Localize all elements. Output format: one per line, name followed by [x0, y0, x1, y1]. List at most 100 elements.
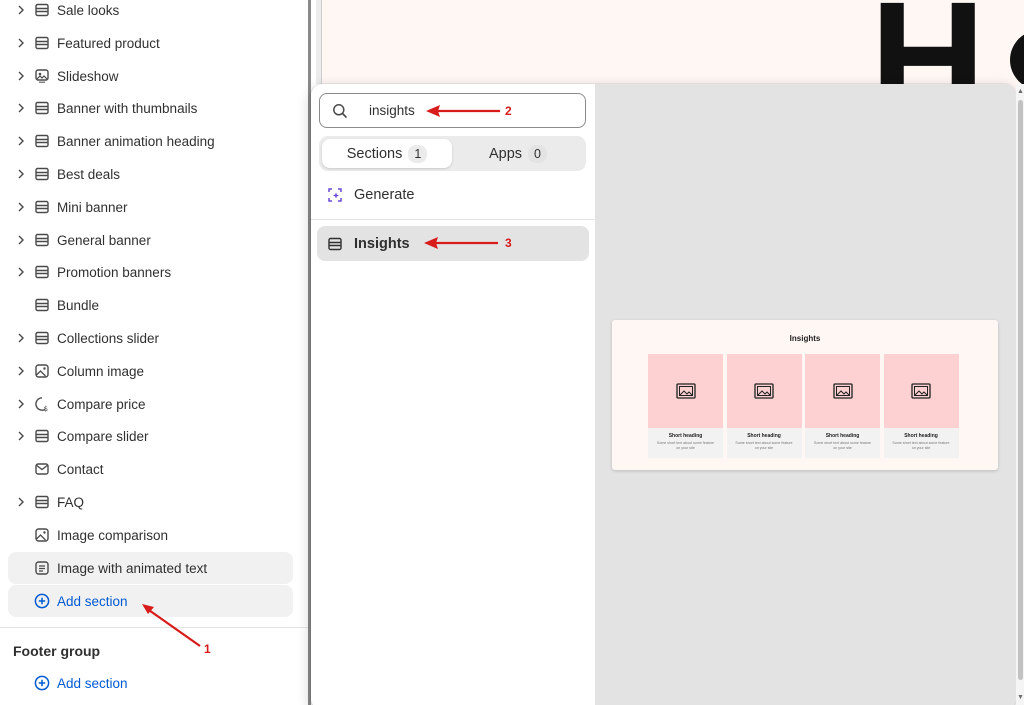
sidebar-item-label: Slideshow	[57, 68, 119, 84]
annotation-step-1: 1	[204, 642, 211, 656]
preview-heading-glyph-partial	[1010, 30, 1024, 90]
card-heading: Short heading	[904, 433, 938, 439]
sidebar-item-mini-banner[interactable]: Mini banner	[8, 191, 293, 223]
tab-apps[interactable]: Apps 0	[453, 139, 583, 168]
section-icon	[34, 133, 50, 149]
sidebar-item-sale-looks[interactable]: Sale looks	[8, 0, 293, 26]
sidebar-item-label: Compare price	[57, 396, 146, 412]
sidebar-item-promotion-banners[interactable]: Promotion banners	[8, 256, 293, 288]
picker-tabs: Sections 1 Apps 0	[319, 136, 586, 171]
result-label: Insights	[354, 235, 410, 252]
image-placeholder-icon	[726, 354, 802, 428]
chevron-right-icon[interactable]	[16, 102, 26, 114]
plus-circle-icon	[34, 675, 50, 691]
price-tag-icon: $	[34, 396, 50, 412]
section-preview-thumbnail: Insights Short heading Some short text ab…	[612, 320, 998, 470]
tab-sections[interactable]: Sections 1	[322, 139, 452, 168]
section-icon	[34, 199, 50, 215]
section-icon	[34, 330, 50, 346]
tab-sections-count: 1	[408, 144, 428, 163]
chevron-right-icon[interactable]	[16, 201, 26, 213]
annotation-arrow-3	[424, 237, 498, 249]
section-icon	[34, 494, 50, 510]
image-icon	[34, 527, 50, 543]
annotation-arrow-2	[426, 105, 500, 117]
sidebar-item-label: General banner	[57, 232, 151, 248]
image-placeholder-icon	[805, 354, 880, 428]
chevron-right-icon[interactable]	[16, 430, 26, 442]
search-icon	[332, 103, 348, 119]
chevron-right-icon[interactable]	[16, 398, 26, 410]
section-icon	[34, 2, 50, 18]
annotation-arrow-1	[142, 604, 201, 647]
sidebar-item-featured-product[interactable]: Featured product	[8, 27, 293, 59]
sidebar-item-label: Contact	[57, 461, 104, 477]
section-preview-pane: Insights Short heading Some short text ab…	[595, 84, 1016, 705]
card-heading: Short heading	[668, 433, 703, 439]
image-icon	[34, 363, 50, 379]
preview-card: Short heading Some short text about some …	[883, 354, 959, 458]
sidebar-item-label: Sale looks	[57, 2, 120, 18]
sidebar-item-collections-slider[interactable]: Collections slider	[8, 322, 293, 354]
sidebar-item-label: Compare slider	[57, 428, 149, 444]
preview-heading-glyph: H	[870, 0, 986, 90]
sidebar-item-column-image[interactable]: Column image	[8, 355, 293, 387]
section-icon	[34, 428, 50, 444]
sidebar-item-slideshow[interactable]: Slideshow	[8, 60, 293, 92]
chevron-right-icon[interactable]	[16, 4, 26, 16]
chevron-right-icon[interactable]	[16, 37, 26, 49]
sidebar-item-banner-with-thumbnails[interactable]: Banner with thumbnails	[8, 92, 293, 124]
sidebar-item-general-banner[interactable]: General banner	[8, 224, 293, 256]
sidebar-item-label: Promotion banners	[57, 264, 172, 280]
svg-text:$: $	[44, 405, 48, 412]
card-text: Some short text about some feature on yo…	[813, 441, 872, 450]
scrollbar-thumb[interactable]	[1018, 100, 1023, 680]
sidebar-item-bundle[interactable]: Bundle	[8, 289, 293, 321]
sidebar-item-label: Image with animated text	[57, 560, 208, 576]
sidebar-item-best-deals[interactable]: Best deals	[8, 158, 293, 190]
annotation-step-2: 2	[505, 104, 512, 118]
sidebar-item-compare-price[interactable]: $ Compare price	[8, 388, 293, 420]
chevron-right-icon[interactable]	[16, 234, 26, 246]
sidebar-item-label: Collections slider	[57, 330, 160, 346]
magic-sparkle-icon	[327, 187, 343, 203]
sidebar-item-label: Featured product	[57, 35, 160, 51]
text-block-icon	[34, 560, 50, 576]
footer-group-title: Footer group	[13, 643, 101, 659]
sidebar-item-label: FAQ	[57, 494, 85, 510]
plus-circle-icon	[34, 593, 50, 609]
chevron-right-icon[interactable]	[16, 70, 26, 82]
sidebar-item-label: Best deals	[57, 166, 121, 182]
scroll-up-arrow-icon[interactable]: ▲	[1017, 88, 1024, 95]
chevron-right-icon[interactable]	[16, 266, 26, 278]
sidebar-item-compare-slider[interactable]: Compare slider	[8, 420, 293, 452]
email-icon	[34, 461, 50, 477]
chevron-right-icon[interactable]	[16, 332, 26, 344]
card-heading: Short heading	[747, 433, 781, 439]
chevron-right-icon[interactable]	[16, 365, 26, 377]
sidebar-item-image-comparison[interactable]: Image comparison	[8, 519, 293, 551]
add-section-label: Add section	[57, 593, 128, 609]
tab-apps-count: 0	[528, 144, 547, 163]
chevron-right-icon[interactable]	[16, 496, 26, 508]
tab-sections-label: Sections	[346, 145, 403, 162]
search-value: insights	[369, 103, 415, 118]
sidebar-item-contact[interactable]: Contact	[8, 453, 293, 485]
generate-button[interactable]: Generate	[319, 180, 586, 210]
section-icon	[34, 264, 50, 280]
sidebar-item-label: Bundle	[57, 297, 100, 313]
sidebar-item-faq[interactable]: FAQ	[8, 486, 293, 518]
card-text: Some short text about some feature on yo…	[892, 441, 950, 450]
footer-add-section-button[interactable]: Add section	[8, 667, 293, 699]
image-placeholder-icon	[883, 354, 959, 428]
chevron-right-icon[interactable]	[16, 135, 26, 147]
preview-card: Short heading Some short text about some …	[805, 354, 880, 458]
tab-apps-label: Apps	[488, 145, 523, 162]
sidebar-item-label: Banner with thumbnails	[57, 100, 198, 116]
sidebar-item-label: Column image	[57, 363, 145, 379]
sidebar-item-image-with-animated-text[interactable]: Image with animated text	[8, 552, 293, 584]
chevron-right-icon[interactable]	[16, 168, 26, 180]
slideshow-icon	[34, 68, 50, 84]
sidebar-item-banner-animation-heading[interactable]: Banner animation heading	[8, 125, 293, 157]
scroll-down-arrow-icon[interactable]: ▼	[1017, 694, 1024, 701]
